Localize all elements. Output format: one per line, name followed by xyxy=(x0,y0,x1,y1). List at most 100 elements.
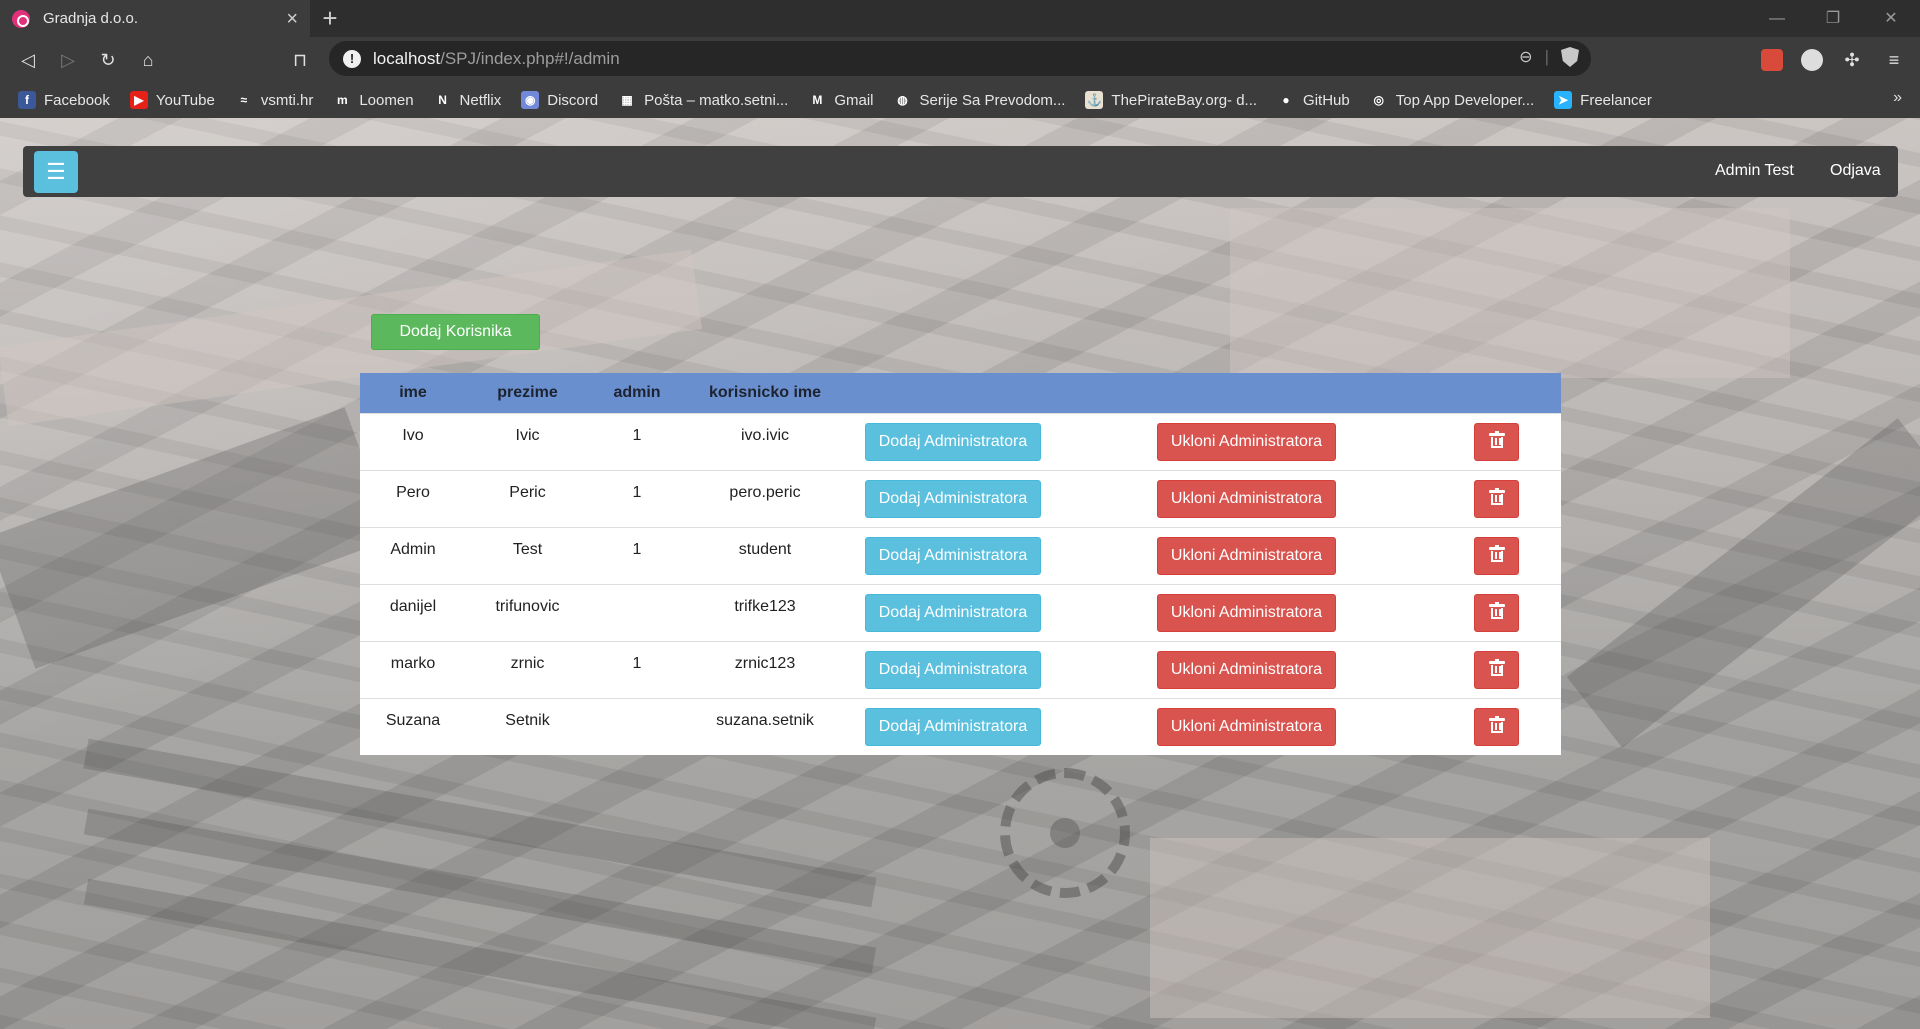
bookmark-item[interactable]: ◎ Top App Developer... xyxy=(1369,91,1535,109)
bookmark-item[interactable]: ▦ Pošta – matko.setni... xyxy=(618,91,788,109)
loomen-icon: m xyxy=(333,91,352,109)
trash-icon xyxy=(1488,601,1505,619)
bookmark-label: vsmti.hr xyxy=(260,91,314,109)
tab-title: Gradnja d.o.o. xyxy=(43,10,139,27)
bookmark-item[interactable]: M Gmail xyxy=(808,91,874,109)
add-admin-button[interactable]: Dodaj Administratora xyxy=(865,650,1041,689)
cell-korisnicko-ime: trifke123 xyxy=(734,597,796,615)
page-viewport: ☰ Admin Test Odjava Dodaj Korisnika ime … xyxy=(0,118,1920,1029)
bookmark-label: Discord xyxy=(547,91,599,109)
delete-user-button[interactable] xyxy=(1474,479,1519,518)
bookmark-label: Freelancer xyxy=(1580,91,1652,109)
background-gear xyxy=(1000,768,1130,898)
remove-admin-button[interactable]: Ukloni Administratora xyxy=(1157,536,1336,575)
topapp-icon: ◎ xyxy=(1369,91,1388,109)
bookmark-label: Top App Developer... xyxy=(1395,91,1535,109)
remove-admin-button[interactable]: Ukloni Administratora xyxy=(1157,650,1336,689)
delete-user-button[interactable] xyxy=(1474,536,1519,575)
add-admin-button[interactable]: Dodaj Administratora xyxy=(865,707,1041,746)
bookmark-item[interactable]: ≈ vsmti.hr xyxy=(234,91,314,109)
column-header-admin: admin xyxy=(613,383,661,401)
back-icon[interactable]: ◁ xyxy=(14,46,42,74)
table-row: danijel trifunovic trifke123 Dodaj Administ… xyxy=(360,584,1561,641)
site-info-icon[interactable]: ! xyxy=(343,49,361,68)
bookmark-item[interactable]: N Netflix xyxy=(433,91,501,109)
browser-tab[interactable]: Gradnja d.o.o. × xyxy=(0,0,310,37)
cell-prezime: Setnik xyxy=(505,711,550,729)
restore-icon[interactable]: ❐ xyxy=(1812,0,1854,37)
new-tab-button[interactable]: + xyxy=(316,4,344,32)
bookmark-item[interactable]: ● GitHub xyxy=(1277,91,1350,109)
bookmark-item[interactable]: ➤ Freelancer xyxy=(1554,91,1652,109)
logout-link[interactable]: Odjava xyxy=(1830,162,1881,180)
add-user-button[interactable]: Dodaj Korisnika xyxy=(371,314,540,350)
bookmark-label: Facebook xyxy=(44,91,110,109)
delete-user-button[interactable] xyxy=(1474,650,1519,689)
add-admin-button[interactable]: Dodaj Administratora xyxy=(865,479,1041,518)
netflix-icon: N xyxy=(433,91,452,109)
browser-toolbar: ◁ ▷ ↻ ⌂ ⊓ ! localhost /SPJ/index.php#!/a… xyxy=(0,37,1920,82)
cell-prezime: trifunovic xyxy=(495,597,560,615)
puzzle-icon[interactable]: ✣ xyxy=(1838,46,1866,74)
site-favicon-icon xyxy=(12,9,30,28)
menu-icon[interactable]: ≡ xyxy=(1880,46,1908,74)
bookmark-label: Pošta – matko.setni... xyxy=(644,91,789,109)
bookmark-item[interactable]: ◉ Discord xyxy=(521,91,598,109)
forward-icon[interactable]: ▷ xyxy=(54,46,82,74)
cell-prezime: Peric xyxy=(509,483,546,501)
column-header-korisnicko-ime: korisnicko ime xyxy=(708,383,822,401)
cell-admin: 1 xyxy=(632,483,642,501)
cell-ime: danijel xyxy=(389,597,437,615)
zoom-icon[interactable]: ⊖ xyxy=(1519,47,1532,67)
browser-tabstrip: Gradnja d.o.o. × + — ❐ ✕ xyxy=(0,0,1920,37)
extension-icon[interactable] xyxy=(1761,49,1783,71)
url-host: localhost xyxy=(373,48,441,68)
cell-admin xyxy=(589,698,685,755)
remove-admin-button[interactable]: Ukloni Administratora xyxy=(1157,422,1336,461)
user-name-link[interactable]: Admin Test xyxy=(1715,162,1794,180)
remove-admin-button[interactable]: Ukloni Administratora xyxy=(1157,479,1336,518)
bookmark-item[interactable]: ◍ Serije Sa Prevodom... xyxy=(893,91,1066,109)
add-admin-button[interactable]: Dodaj Administratora xyxy=(865,536,1041,575)
reload-icon[interactable]: ↻ xyxy=(94,46,122,74)
bookmark-item[interactable]: ⚓ ThePirateBay.org- d... xyxy=(1085,91,1257,109)
brave-shield-icon[interactable] xyxy=(1561,47,1579,67)
window-close-icon[interactable]: ✕ xyxy=(1870,0,1912,37)
remove-admin-button[interactable]: Ukloni Administratora xyxy=(1157,593,1336,632)
menu-toggle-button[interactable]: ☰ xyxy=(34,151,78,193)
delete-user-button[interactable] xyxy=(1474,707,1519,746)
column-header-add-admin xyxy=(845,373,1061,413)
home-icon[interactable]: ⌂ xyxy=(134,46,162,74)
add-admin-button[interactable]: Dodaj Administratora xyxy=(865,422,1041,461)
microsoft-icon: ▦ xyxy=(618,91,637,109)
minimize-icon[interactable]: — xyxy=(1756,0,1798,37)
column-header-prezime: prezime xyxy=(497,383,558,401)
cell-admin: 1 xyxy=(632,654,642,672)
table-row: marko zrnic 1 zrnic123 Dodaj Administratora U… xyxy=(360,641,1561,698)
tab-close-icon[interactable]: × xyxy=(286,9,298,29)
remove-admin-button[interactable]: Ukloni Administratora xyxy=(1157,707,1336,746)
cell-ime: Pero xyxy=(396,483,430,501)
table-row: Ivo Ivic 1 ivo.ivic Dodaj Administratora Uklo… xyxy=(360,413,1561,470)
bookmark-label: GitHub xyxy=(1303,91,1350,109)
address-bar[interactable]: ! localhost /SPJ/index.php#!/admin ⊖ | xyxy=(329,41,1591,76)
add-admin-button[interactable]: Dodaj Administratora xyxy=(865,593,1041,632)
cell-prezime: Ivic xyxy=(515,426,540,444)
bookmark-item[interactable]: f Facebook xyxy=(18,91,110,109)
youtube-icon: ▶ xyxy=(129,91,148,109)
users-table: ime prezime admin korisnicko ime Ivo Ivic… xyxy=(360,373,1561,755)
bookmark-item[interactable]: ▶ YouTube xyxy=(129,91,215,109)
vsmti-icon: ≈ xyxy=(234,91,253,109)
extension-profile-icon[interactable] xyxy=(1801,49,1823,71)
discord-icon: ◉ xyxy=(521,91,540,109)
bookmarks-overflow-icon[interactable]: » xyxy=(1893,89,1902,107)
delete-user-button[interactable] xyxy=(1474,422,1519,461)
cell-korisnicko-ime: suzana.setnik xyxy=(716,711,814,729)
cell-prezime: zrnic xyxy=(510,654,545,672)
trash-icon xyxy=(1488,544,1505,562)
bookmark-item[interactable]: m Loomen xyxy=(333,91,414,109)
freelancer-icon: ➤ xyxy=(1554,91,1573,109)
delete-user-button[interactable] xyxy=(1474,593,1519,632)
bookmark-icon[interactable]: ⊓ xyxy=(286,46,314,74)
bookmark-label: Serije Sa Prevodom... xyxy=(919,91,1066,109)
